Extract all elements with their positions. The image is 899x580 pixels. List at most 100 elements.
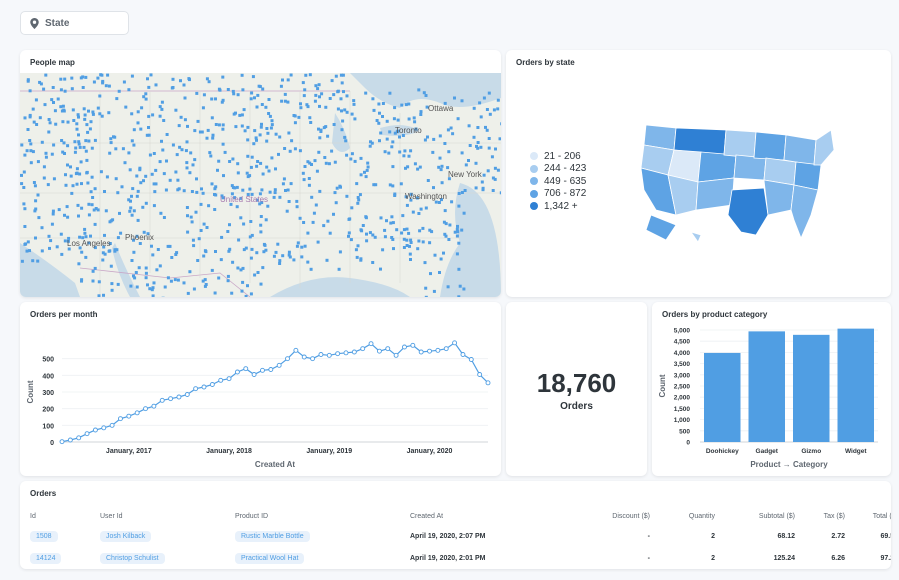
table-cell-product[interactable]: Practical Wool Hat [235, 547, 410, 569]
data-point[interactable] [59, 439, 65, 445]
table-cell-user[interactable]: Josh Kilback [100, 525, 235, 547]
data-point[interactable] [335, 351, 341, 357]
column-header[interactable]: Discount ($) [580, 507, 650, 525]
id-link[interactable]: 14124 [30, 552, 62, 564]
table-cell-id[interactable]: 14124 [30, 547, 100, 569]
data-point[interactable] [310, 356, 316, 362]
bar-chart[interactable]: 0 500 1,000 1,500 2,000 2,500 3,000 3,500 4,000 4… [652, 302, 891, 476]
data-point[interactable] [376, 348, 382, 354]
orders-per-month-card[interactable]: Orders per month 0 100 200 300 400 500 January… [20, 302, 501, 476]
column-header[interactable]: Quantity [650, 507, 715, 525]
state-region[interactable] [753, 131, 787, 161]
data-point[interactable] [418, 349, 424, 355]
state-region[interactable] [813, 129, 835, 166]
data-point[interactable] [260, 367, 265, 373]
table-cell-user[interactable]: Christop Schulist [100, 547, 235, 569]
data-point[interactable] [351, 349, 357, 355]
data-point[interactable] [251, 372, 257, 377]
data-point[interactable] [92, 427, 98, 433]
data-point[interactable] [226, 376, 232, 382]
data-point[interactable] [67, 437, 73, 443]
data-point[interactable] [218, 377, 224, 383]
state-region[interactable] [783, 134, 817, 166]
table-cell-id[interactable]: 1508 [30, 525, 100, 547]
data-point[interactable] [134, 410, 140, 416]
data-point[interactable] [477, 372, 483, 377]
data-point[interactable] [101, 425, 107, 431]
data-point[interactable] [460, 352, 466, 357]
data-point[interactable] [385, 346, 391, 352]
data-point[interactable] [159, 397, 165, 403]
orders-by-category-card[interactable]: Orders by product category 0 500 1,000 1,50… [652, 302, 891, 476]
user-link[interactable]: Christop Schulist [100, 552, 165, 564]
state-region-florida[interactable] [790, 184, 819, 240]
data-point[interactable] [360, 346, 366, 352]
bar[interactable] [748, 331, 785, 442]
data-point[interactable] [393, 352, 399, 358]
table-cell-product[interactable]: Rustic Marble Bottle [235, 525, 410, 547]
data-point[interactable] [126, 413, 132, 419]
data-point[interactable] [201, 384, 207, 390]
data-point[interactable] [402, 344, 407, 350]
state-region[interactable] [697, 151, 737, 183]
product-link[interactable]: Practical Wool Hat [235, 552, 305, 564]
orders-table-card[interactable]: Orders Id User Id Product ID Created At … [20, 481, 891, 569]
state-region[interactable] [695, 177, 735, 211]
state-region[interactable] [723, 129, 757, 159]
column-header[interactable]: Total ($) [845, 507, 891, 525]
data-point[interactable] [234, 369, 240, 375]
table-row[interactable]: 1508 Josh Kilback Rustic Marble Bottle A… [30, 525, 891, 547]
data-point[interactable] [109, 422, 115, 428]
column-header[interactable]: Id [30, 507, 100, 525]
data-point[interactable] [276, 362, 282, 368]
data-point[interactable] [243, 366, 249, 372]
data-point[interactable] [168, 396, 174, 402]
data-point[interactable] [268, 367, 274, 372]
data-point[interactable] [193, 386, 199, 392]
data-point[interactable] [343, 350, 349, 356]
column-header[interactable]: User Id [100, 507, 235, 525]
orders-by-state-card[interactable]: Orders by state 21 - 206 244 - 423 449 -… [506, 50, 891, 297]
data-point[interactable] [285, 356, 290, 362]
id-link[interactable]: 1508 [30, 530, 58, 542]
orders-total-card[interactable]: 18,760 Orders [506, 302, 647, 476]
bar[interactable] [837, 328, 874, 442]
people-map-card[interactable]: People map Ottawa Toronto New York Washi… [20, 50, 501, 297]
product-link[interactable]: Rustic Marble Bottle [235, 530, 310, 542]
data-point[interactable] [76, 435, 82, 441]
us-choropleth-map[interactable] [636, 120, 836, 245]
state-region-alaska[interactable] [645, 214, 677, 241]
column-header[interactable]: Product ID [235, 507, 410, 525]
data-point[interactable] [209, 382, 215, 387]
state-region-hawaii[interactable] [690, 231, 702, 243]
column-header[interactable]: Created At [410, 507, 580, 525]
data-point[interactable] [410, 342, 416, 348]
data-point[interactable] [326, 352, 332, 358]
data-point[interactable] [368, 341, 374, 347]
state-filter[interactable]: State [20, 11, 129, 35]
data-point[interactable] [452, 340, 458, 346]
data-point[interactable] [301, 354, 307, 360]
data-point[interactable] [485, 380, 491, 386]
data-point[interactable] [443, 346, 449, 352]
column-header[interactable]: Subtotal ($) [715, 507, 795, 525]
data-point[interactable] [427, 348, 432, 354]
data-point[interactable] [176, 394, 182, 400]
map-area[interactable]: Ottawa Toronto New York Washington Unite… [20, 73, 501, 297]
column-header[interactable]: Tax ($) [795, 507, 845, 525]
bar[interactable] [793, 334, 830, 442]
state-region[interactable] [763, 179, 795, 216]
line-chart[interactable]: 0 100 200 300 400 500 January, 2017 January, 20… [20, 302, 501, 476]
data-point[interactable] [151, 403, 157, 409]
data-point[interactable] [468, 357, 474, 362]
data-point[interactable] [84, 431, 90, 437]
data-point[interactable] [143, 406, 148, 412]
data-point[interactable] [435, 347, 441, 353]
user-link[interactable]: Josh Kilback [100, 530, 152, 542]
table-row[interactable]: 14124 Christop Schulist Practical Wool H… [30, 547, 891, 569]
data-point[interactable] [293, 347, 299, 353]
data-point[interactable] [318, 352, 324, 357]
data-point[interactable] [118, 416, 123, 422]
data-point[interactable] [184, 392, 190, 397]
bar[interactable] [704, 352, 741, 442]
